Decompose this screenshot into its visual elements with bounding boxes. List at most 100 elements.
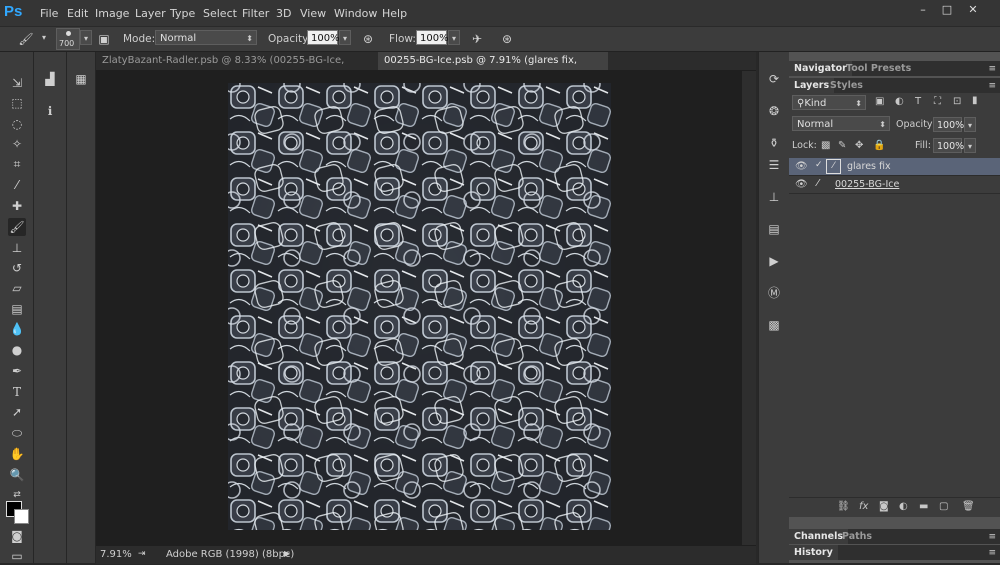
fill-field[interactable]: 100% <box>933 138 964 153</box>
tab-history[interactable]: History <box>789 545 838 560</box>
menu-window[interactable]: Window <box>334 7 377 20</box>
marquee-tool-icon[interactable]: ⬚ <box>8 94 26 112</box>
flow-field[interactable]: 100% <box>416 30 449 45</box>
swatches-icon[interactable]: ▩ <box>765 316 783 334</box>
menu-view[interactable]: View <box>300 7 326 20</box>
magic-wand-tool-icon[interactable]: ✧ <box>8 135 26 153</box>
filter-smart-object-icon[interactable]: ⊡ <box>953 96 961 107</box>
actions-icon[interactable]: ▶ <box>765 252 783 270</box>
brush-tool-icon[interactable]: 🖌 <box>8 218 26 236</box>
zoom-tool-icon[interactable]: 🔍 <box>8 466 26 484</box>
type-tool-icon[interactable]: T <box>8 383 26 401</box>
brush-panel-toggle-icon[interactable]: ▣ <box>96 31 112 47</box>
pen-tool-icon[interactable]: ✒ <box>8 362 26 380</box>
background-color-swatch[interactable] <box>14 509 29 524</box>
menu-3d[interactable]: 3D <box>276 7 291 20</box>
ellipse-tool-icon[interactable]: ⬭ <box>8 424 26 442</box>
gradient-tool-icon[interactable]: ▤ <box>8 300 26 318</box>
clone-source-icon[interactable]: ⊥ <box>765 188 783 206</box>
brush-picker-arrow[interactable]: ▾ <box>80 30 92 45</box>
mode-select[interactable]: Normal ⬍ <box>155 30 257 45</box>
menu-filter[interactable]: Filter <box>242 7 269 20</box>
zoom-level[interactable]: 7.91% <box>100 549 132 560</box>
tool-preset-dropdown[interactable]: ▾ <box>38 30 50 45</box>
tab-tool-presets[interactable]: Tool Presets <box>841 61 916 76</box>
layer-opacity-dropdown[interactable]: ▾ <box>964 117 976 132</box>
blur-tool-icon[interactable]: 💧 <box>8 320 26 338</box>
new-layer-icon[interactable]: ▢ <box>939 501 948 512</box>
layer-row-glares-fix[interactable]: 👁 ✓ ⁄ glares fix <box>789 158 1000 176</box>
blend-mode-select[interactable]: Normal ⬍ <box>792 116 890 131</box>
clone-stamp-tool-icon[interactable]: ⊥ <box>8 239 26 257</box>
menu-edit[interactable]: Edit <box>67 7 88 20</box>
menu-image[interactable]: Image <box>95 7 129 20</box>
add-mask-icon[interactable]: ◙ <box>879 501 889 512</box>
layer-opacity-field[interactable]: 100% <box>933 117 964 132</box>
paragraph-icon[interactable]: Ⓜ <box>765 284 783 302</box>
menu-type[interactable]: Type <box>170 7 195 20</box>
panel-menu-icon[interactable]: ≡ <box>988 64 996 74</box>
filter-toggle-icon[interactable]: ▮ <box>972 95 978 106</box>
eye-icon[interactable]: 👁 <box>795 179 808 190</box>
maximize-button[interactable]: □ <box>940 3 954 16</box>
link-layers-icon[interactable]: ⛓ <box>837 501 850 512</box>
panel-menu-icon[interactable]: ≡ <box>988 81 996 91</box>
eraser-tool-icon[interactable]: ▱ <box>8 279 26 297</box>
info-icon[interactable]: ℹ <box>41 102 59 120</box>
character-icon[interactable]: ▤ <box>765 220 783 238</box>
tab-00255-bg-ice[interactable]: 00255-BG-Ice.psb @ 7.91% (glares fix, RG… <box>378 52 608 84</box>
eye-icon[interactable]: 👁 <box>795 161 808 172</box>
menu-help[interactable]: Help <box>382 7 407 20</box>
pressure-size-icon[interactable]: ⊛ <box>499 31 515 47</box>
panel-menu-icon[interactable]: ≡ <box>988 532 996 542</box>
new-adjustment-layer-icon[interactable]: ◐ <box>899 501 908 512</box>
menu-file[interactable]: File <box>40 7 58 20</box>
share-icon[interactable]: ⇥ <box>138 549 146 559</box>
lock-all-icon[interactable]: 🔒 <box>873 140 885 151</box>
crop-tool-icon[interactable]: ⌗ <box>8 155 26 173</box>
minimize-button[interactable]: – <box>916 3 930 16</box>
path-selection-tool-icon[interactable]: ➚ <box>8 403 26 421</box>
lock-position-icon[interactable]: ✥ <box>855 140 863 151</box>
opacity-field[interactable]: 100% <box>307 30 340 45</box>
lock-transparency-icon[interactable]: ▩ <box>821 140 830 151</box>
adjustments-icon[interactable]: ☰ <box>765 156 783 174</box>
panel-menu-icon[interactable]: ≡ <box>988 548 996 558</box>
document-image[interactable] <box>228 83 611 530</box>
flow-dropdown[interactable]: ▾ <box>448 30 460 45</box>
opacity-dropdown[interactable]: ▾ <box>339 30 351 45</box>
status-menu-arrow-icon[interactable]: ▶ <box>284 549 290 558</box>
menu-select[interactable]: Select <box>203 7 237 20</box>
brush-preset-picker[interactable]: 700 <box>56 28 80 50</box>
brush-presets-icon[interactable]: ⚱ <box>765 134 783 152</box>
lock-pixels-icon[interactable]: ✎ <box>838 140 846 151</box>
layer-row-00255-bg-ice[interactable]: 👁 ⁄ 00255-BG-Ice <box>789 176 1000 194</box>
history-brush-tool-icon[interactable]: ↺ <box>8 259 26 277</box>
delete-layer-icon[interactable]: 🗑 <box>962 501 975 512</box>
properties-icon[interactable]: ▦ <box>72 70 90 88</box>
vertical-scrollbar[interactable] <box>742 71 756 545</box>
filter-shape-icon[interactable]: ⛶ <box>934 96 941 107</box>
menu-layer[interactable]: Layer <box>135 7 166 20</box>
dodge-tool-icon[interactable]: ● <box>8 341 26 359</box>
brush-tool-icon[interactable]: 🖌 <box>18 31 34 47</box>
hand-tool-icon[interactable]: ✋ <box>8 445 26 463</box>
tab-paths[interactable]: Paths <box>837 529 877 544</box>
brush-settings-icon[interactable]: ❂ <box>765 102 783 120</box>
move-tool-icon[interactable]: ⇲ <box>8 74 26 92</box>
airbrush-icon[interactable]: ✈ <box>469 31 485 47</box>
layer-style-icon[interactable]: fx <box>859 501 868 512</box>
eyedropper-tool-icon[interactable]: ⁄ <box>8 176 26 194</box>
pressure-opacity-icon[interactable]: ⊛ <box>360 31 376 47</box>
quick-mask-icon[interactable]: ◙ <box>8 527 26 545</box>
screen-mode-icon[interactable]: ▭ <box>8 547 26 565</box>
tab-zlatybazant[interactable]: ZlatyBazant-Radler.psb @ 8.33% (00255-BG… <box>96 52 376 84</box>
tab-styles[interactable]: Styles <box>825 78 868 93</box>
close-window-button[interactable]: ✕ <box>966 3 980 16</box>
history-icon[interactable]: ⟳ <box>765 70 783 88</box>
histogram-icon[interactable]: ▟ <box>41 70 59 88</box>
lasso-tool-icon[interactable]: ◌ <box>8 115 26 133</box>
healing-brush-tool-icon[interactable]: ✚ <box>8 197 26 215</box>
filter-type-icon[interactable]: T <box>915 96 921 107</box>
filter-kind-select[interactable]: ⚲Kind ⬍ <box>792 95 866 110</box>
